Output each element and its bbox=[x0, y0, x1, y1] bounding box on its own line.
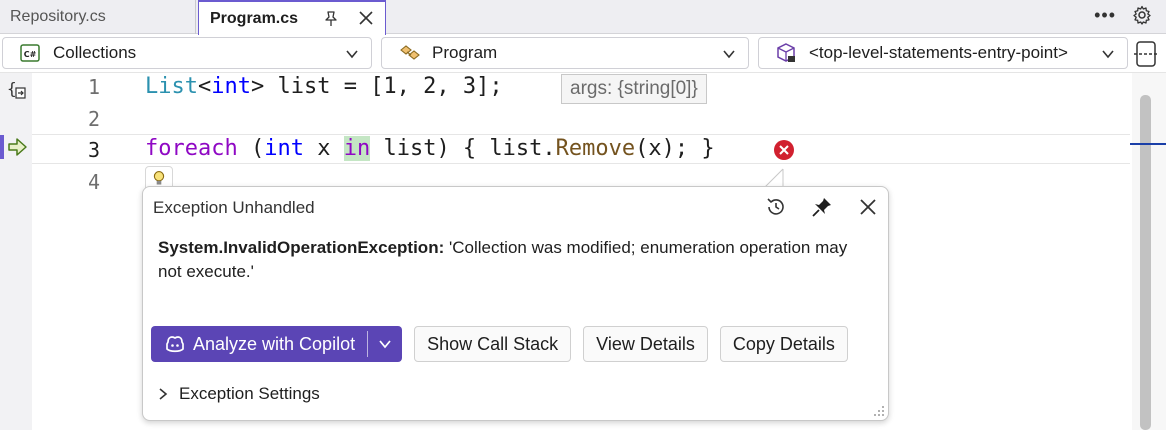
codelens-icon[interactable]: { bbox=[6, 79, 28, 101]
glyph-margin[interactable] bbox=[0, 73, 32, 430]
code-token: foreach bbox=[145, 136, 238, 161]
scrollbar-thumb[interactable] bbox=[1140, 95, 1151, 430]
pin-icon[interactable] bbox=[810, 195, 834, 219]
type-name: Program bbox=[432, 43, 498, 62]
line-number: 4 bbox=[87, 170, 100, 194]
line-number: 1 bbox=[87, 75, 100, 99]
view-details-button[interactable]: View Details bbox=[583, 326, 708, 362]
show-call-stack-button[interactable]: Show Call Stack bbox=[414, 326, 572, 362]
copilot-icon bbox=[166, 336, 184, 353]
resize-grip-icon[interactable] bbox=[871, 403, 885, 417]
gear-icon[interactable] bbox=[1132, 5, 1152, 25]
more-options-icon[interactable]: ••• bbox=[1094, 6, 1116, 24]
exception-type: System.InvalidOperationException: bbox=[158, 238, 445, 257]
code-token: x bbox=[303, 136, 344, 161]
pin-icon[interactable] bbox=[322, 10, 340, 28]
chevron-down-icon bbox=[1102, 50, 1114, 59]
code-token-highlighted: in bbox=[343, 136, 371, 161]
code-token: > list = [1, 2, 3]; bbox=[250, 74, 503, 99]
history-icon[interactable] bbox=[764, 195, 788, 219]
code-token: Remove bbox=[555, 136, 636, 161]
split-editor-icon[interactable] bbox=[1133, 39, 1159, 69]
code-line-3[interactable]: foreach (int x in list) { list.Remove(x)… bbox=[145, 136, 715, 161]
analyze-dropdown[interactable] bbox=[368, 326, 402, 362]
member-name: <top-level-statements-entry-point> bbox=[809, 43, 1068, 62]
code-token: list) { list. bbox=[370, 136, 556, 161]
analyze-label: Analyze with Copilot bbox=[193, 333, 356, 354]
chevron-right-icon bbox=[159, 388, 168, 400]
code-token: int bbox=[211, 74, 251, 99]
member-dropdown[interactable]: <top-level-statements-entry-point> bbox=[758, 37, 1128, 69]
exception-settings-expander[interactable]: Exception Settings bbox=[157, 384, 320, 404]
scrollbar-current-line-marker bbox=[1130, 143, 1166, 145]
close-icon[interactable] bbox=[356, 8, 376, 28]
chevron-down-icon bbox=[723, 50, 735, 59]
code-token: < bbox=[197, 74, 212, 99]
chevron-down-icon bbox=[379, 340, 391, 349]
svg-text:{: { bbox=[7, 79, 17, 98]
tab-repository-cs[interactable]: Repository.cs bbox=[0, 0, 196, 34]
code-token: ( bbox=[237, 136, 265, 161]
tab-program-cs[interactable]: Program.cs bbox=[198, 0, 386, 35]
class-icon bbox=[400, 45, 420, 60]
code-token: int bbox=[264, 136, 304, 161]
close-icon[interactable] bbox=[856, 195, 880, 219]
svg-text:C#: C# bbox=[24, 50, 37, 59]
code-token: (x); } bbox=[635, 136, 715, 161]
type-dropdown[interactable]: Program bbox=[381, 37, 749, 69]
popup-title: Exception Unhandled bbox=[153, 198, 315, 217]
exception-message: System.InvalidOperationException: 'Colle… bbox=[158, 236, 868, 284]
navigation-bar: C# Collections Program <top-level-statem… bbox=[0, 35, 1166, 73]
csharp-project-icon: C# bbox=[20, 44, 40, 62]
popup-pointer bbox=[764, 168, 784, 188]
method-icon bbox=[777, 43, 795, 62]
exception-settings-label: Exception Settings bbox=[179, 384, 320, 403]
document-tab-bar: Repository.cs Program.cs ••• bbox=[0, 0, 1166, 35]
exception-helper-popup: Exception Unhandled System.InvalidOperat… bbox=[142, 186, 889, 421]
inline-datatip[interactable]: args: {string[0]} bbox=[561, 74, 707, 104]
project-name: Collections bbox=[53, 43, 137, 62]
line-number: 3 bbox=[87, 138, 100, 162]
analyze-main[interactable]: Analyze with Copilot bbox=[151, 326, 367, 362]
code-line-1[interactable]: List<int> list = [1, 2, 3]; bbox=[145, 74, 503, 99]
code-token: List bbox=[145, 74, 198, 99]
error-icon[interactable] bbox=[773, 139, 795, 161]
instruction-pointer-icon bbox=[0, 135, 27, 159]
analyze-with-copilot-button[interactable]: Analyze with Copilot bbox=[151, 326, 403, 362]
copy-details-button[interactable]: Copy Details bbox=[719, 326, 848, 362]
project-dropdown[interactable]: C# Collections bbox=[2, 37, 372, 69]
line-number: 2 bbox=[87, 107, 100, 131]
tab-label: Repository.cs bbox=[10, 8, 106, 25]
chevron-down-icon bbox=[346, 50, 358, 59]
tab-label: Program.cs bbox=[210, 9, 299, 27]
